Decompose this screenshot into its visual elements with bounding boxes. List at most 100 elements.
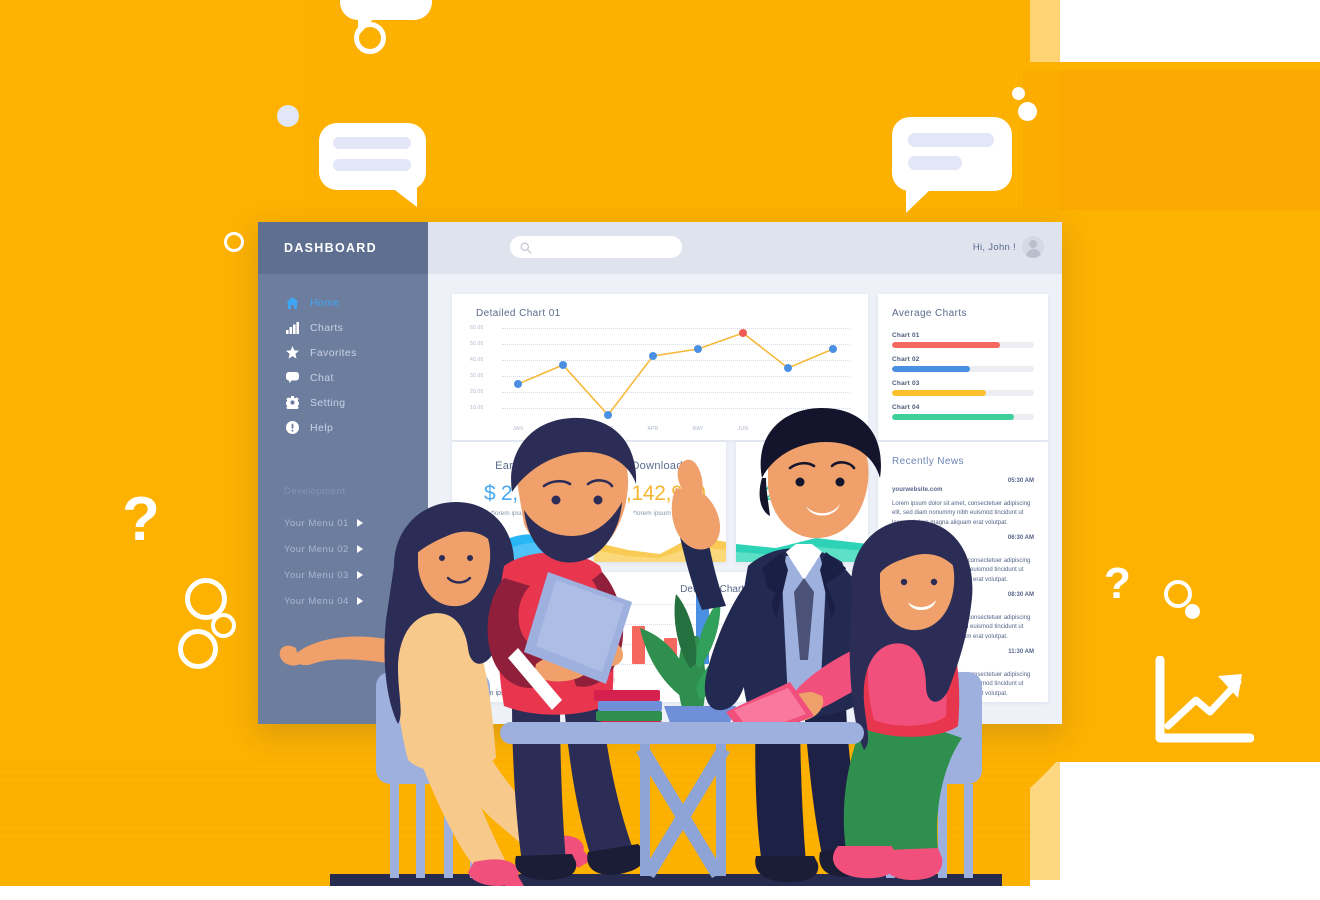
sidebar: DASHBOARD Home Charts Favorites Chat Set… [258, 222, 428, 724]
average-bar-label: Chart 03 [892, 380, 920, 387]
average-bar-track[interactable] [892, 390, 1034, 396]
average-bar-fill [892, 366, 971, 372]
stat-card-value: 2,142,950 [614, 482, 706, 505]
chart-01-xtick: AUG [827, 426, 839, 432]
sidebar-item-chat[interactable]: Chat [258, 365, 428, 390]
chart-02-title: Detailed Chart 02 [680, 584, 758, 595]
caret-right-icon [356, 571, 363, 579]
chart-01-point[interactable] [784, 364, 792, 372]
dashboard-window: DASHBOARD Home Charts Favorites Chat Set… [258, 222, 1062, 724]
sidebar-subitem-menu-02[interactable]: Your Menu 02 [258, 536, 428, 562]
sidebar-item-setting[interactable]: Setting [258, 390, 428, 415]
average-bar-track[interactable] [892, 342, 1034, 348]
sidebar-item-favorites[interactable]: Favorites [258, 340, 428, 365]
sidebar-subitem-label: Your Menu 04 [284, 595, 349, 607]
stat-card-earnings[interactable]: Earnings $ 2,725 *lorem ipsum dolor [452, 442, 584, 562]
user-greeting: Hi, John ! [972, 242, 1016, 253]
chart-02-bar[interactable] [696, 592, 709, 664]
chart-02-bar[interactable] [824, 630, 837, 664]
search-icon [520, 241, 532, 254]
stat-card-title: Earnings [495, 460, 541, 472]
chart-02-ytick: 20.00 [602, 662, 616, 668]
sidebar-subitem-menu-04[interactable]: Your Menu 04 [258, 588, 428, 614]
chart-02-bar[interactable] [664, 638, 677, 664]
average-bar-track[interactable] [892, 366, 1034, 372]
news-source: yourwebsite.com [892, 658, 943, 664]
chart-01-point[interactable] [694, 345, 702, 353]
dot-decoration-4 [1185, 604, 1200, 619]
sidebar-subitem-label: Your Menu 01 [284, 517, 349, 529]
chat-bubble-icon [284, 371, 300, 385]
news-body: Lorem ipsum dolor sit amet, consectetuer… [892, 672, 1031, 697]
chart-01-line [517, 332, 834, 417]
average-bar-fill [892, 390, 986, 396]
sidebar-item-label: Setting [310, 396, 346, 409]
chart-01-xtick: FEB [557, 426, 569, 432]
news-item[interactable]: yourwebsite.com 11:30 AM Lorem ipsum dol… [892, 649, 1034, 699]
stat-card-downloads[interactable]: Downloads 2,142,950 *lorem ipsum dolor [594, 442, 726, 562]
sidebar-subitem-label: Your Menu 02 [284, 543, 349, 555]
background-stripes-bottom [0, 760, 1060, 880]
chart-01-point[interactable] [604, 411, 612, 419]
search-box[interactable] [510, 236, 682, 258]
area-wave-teal-icon [736, 538, 868, 562]
chart-02-left-label-2: lorem ipsum [476, 690, 515, 697]
news-item[interactable]: yourwebsite.com 06:30 AM Lorem ipsum dol… [892, 535, 1034, 585]
question-mark-decoration-right: ? [1104, 559, 1131, 608]
sidebar-item-label: Home [310, 296, 340, 309]
average-bar-label: Chart 02 [892, 356, 920, 363]
detailed-chart-02-panel: Detailed Chart 02 ipsum lorem ipsum 30.0… [452, 568, 868, 702]
chart-01-point[interactable] [649, 352, 657, 360]
news-time: 08:30 AM [1007, 592, 1034, 598]
chart-01-xtick: JUN [737, 426, 749, 432]
sidebar-item-label: Charts [310, 321, 344, 334]
search-input[interactable] [536, 241, 660, 253]
speech-bubble-icon-left [319, 123, 426, 207]
sidebar-item-home[interactable]: Home [258, 290, 428, 315]
stat-card-title: Favorites [778, 460, 826, 472]
sidebar-nav: Home Charts Favorites Chat Setting Help [258, 290, 428, 440]
average-bar-track[interactable] [892, 414, 1034, 420]
stat-card-favorites[interactable]: Favorites 232,000 *lorem ipsum dolor [736, 442, 868, 562]
chart-01-xtick: JAN [512, 426, 524, 432]
news-item[interactable]: yourwebsite.com 05:30 AM Lorem ipsum dol… [892, 478, 1034, 528]
chart-01-point[interactable] [559, 361, 567, 369]
ring-decoration-4 [211, 613, 236, 638]
chart-01-point-highlighted[interactable] [739, 329, 747, 337]
news-body: Lorem ipsum dolor sit amet, consectetuer… [892, 558, 1031, 583]
gear-icon [284, 396, 300, 410]
sidebar-subitem-menu-01[interactable]: Your Menu 01 [258, 510, 428, 536]
average-charts-title: Average Charts [892, 308, 967, 319]
chart-01-xtick: APR [647, 426, 659, 432]
chart-01-point[interactable] [514, 380, 522, 388]
page-stage: ? ? DASHBOARD Home Charts Favorites Chat… [0, 0, 1320, 900]
recently-news-panel: Recently News yourwebsite.com 05:30 AM L… [878, 442, 1048, 702]
avatar[interactable] [1022, 236, 1044, 258]
chart-02-bar[interactable] [792, 568, 805, 664]
chart-02-bar[interactable] [632, 626, 645, 664]
chart-01-point[interactable] [829, 345, 837, 353]
news-body: Lorem ipsum dolor sit amet, consectetuer… [892, 615, 1031, 640]
caret-right-icon [356, 597, 363, 605]
caret-right-icon [356, 545, 363, 553]
stat-card-note: *lorem ipsum dolor [632, 510, 688, 517]
chart-01-xtick: MAR [602, 426, 614, 432]
dot-decoration-1 [277, 105, 299, 127]
sidebar-item-label: Chat [310, 371, 334, 384]
news-source: yourwebsite.com [892, 601, 943, 607]
stat-card-title: Downloads [631, 460, 689, 472]
caret-right-icon [356, 519, 363, 527]
average-bar-label: Chart 01 [892, 332, 920, 339]
sidebar-item-help[interactable]: Help [258, 415, 428, 440]
chart-02-bar[interactable] [728, 618, 741, 664]
sidebar-item-charts[interactable]: Charts [258, 315, 428, 340]
news-source: yourwebsite.com [892, 487, 943, 493]
sidebar-subitem-menu-03[interactable]: Your Menu 03 [258, 562, 428, 588]
news-time: 11:30 AM [1008, 649, 1034, 655]
news-item[interactable]: yourwebsite.com 08:30 AM Lorem ipsum dol… [892, 592, 1034, 642]
news-time: 05:30 AM [1007, 478, 1034, 484]
chart-02-bar[interactable] [760, 644, 773, 664]
topbar: Hi, John ! [428, 222, 1062, 274]
stat-card-value: 232,000 [765, 482, 839, 505]
area-wave-blue-icon [452, 534, 584, 562]
